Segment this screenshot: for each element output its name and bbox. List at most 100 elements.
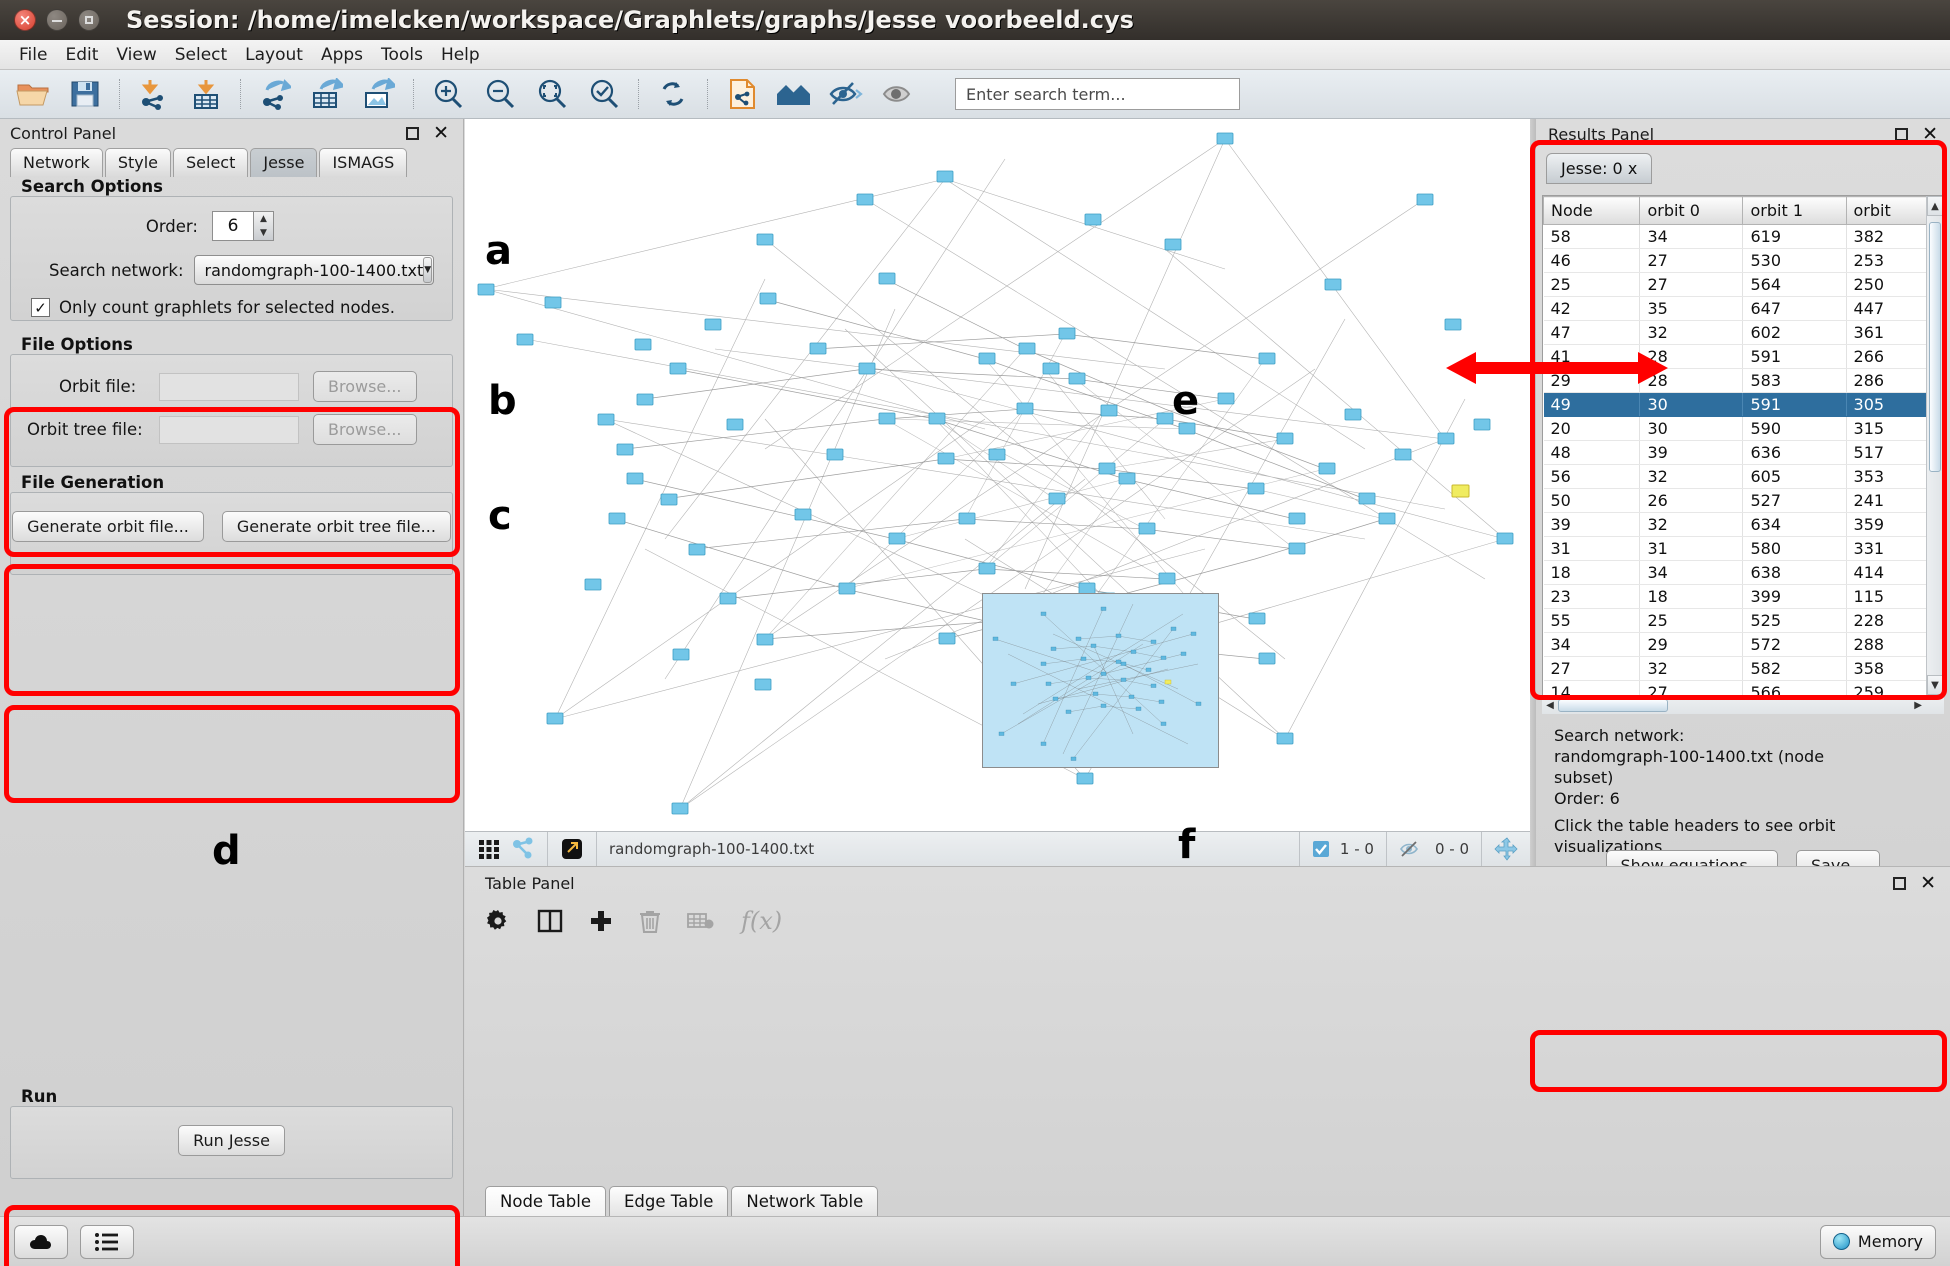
- tab-style[interactable]: Style: [104, 148, 171, 177]
- table-row[interactable]: 18 34 638 414: [1543, 560, 1943, 585]
- export-network-icon[interactable]: [250, 72, 300, 116]
- memory-status-button[interactable]: Memory: [1819, 1224, 1936, 1259]
- results-panel-restore-icon[interactable]: [1895, 127, 1909, 141]
- orbit-file-input[interactable]: [159, 372, 299, 401]
- menu-item-layout[interactable]: Layout: [236, 43, 312, 67]
- chevron-down-icon[interactable]: ▼: [423, 257, 433, 283]
- generate-orbit-file-button[interactable]: Generate orbit file...: [12, 511, 204, 542]
- menu-item-tools[interactable]: Tools: [372, 43, 432, 67]
- column-header-orbit-0[interactable]: orbit 0: [1639, 196, 1744, 225]
- order-spinner-up[interactable]: ▲: [254, 212, 273, 226]
- window-close-button[interactable]: [14, 9, 36, 31]
- scroll-left-arrow-icon[interactable]: ◀: [1542, 700, 1558, 711]
- run-jesse-button[interactable]: Run Jesse: [178, 1125, 285, 1156]
- results-table-vertical-scrollbar[interactable]: ▲ ▼: [1926, 196, 1943, 695]
- columns-icon[interactable]: [537, 909, 563, 933]
- horizontal-scroll-thumb[interactable]: [1558, 699, 1668, 712]
- table-panel-close-icon[interactable]: ✕: [1920, 874, 1936, 893]
- tab-network[interactable]: Network: [10, 148, 103, 177]
- table-row[interactable]: 14 27 566 259: [1543, 680, 1943, 695]
- add-row-icon[interactable]: [589, 909, 613, 933]
- save-icon[interactable]: [60, 72, 110, 116]
- selected-node[interactable]: [1451, 484, 1470, 498]
- tab-select[interactable]: Select: [173, 148, 249, 177]
- control-panel-close-icon[interactable]: ✕: [433, 124, 449, 143]
- search-input[interactable]: Enter search term...: [955, 78, 1240, 110]
- orbit-results-table[interactable]: Node orbit 0 orbit 1 orbit 58 34 619 382 46 2…: [1543, 196, 1943, 695]
- menu-item-file[interactable]: File: [10, 43, 56, 67]
- table-panel-restore-icon[interactable]: [1893, 876, 1907, 890]
- window-maximize-button[interactable]: [78, 9, 100, 31]
- tab-node-table[interactable]: Node Table: [485, 1186, 606, 1216]
- table-row[interactable]: 23 18 399 115: [1543, 584, 1943, 609]
- list-icon[interactable]: [80, 1224, 134, 1259]
- zoom-fit-icon[interactable]: [527, 72, 577, 116]
- zoom-out-icon[interactable]: [475, 72, 525, 116]
- table-row[interactable]: 56 32 605 353: [1543, 464, 1943, 489]
- table-row[interactable]: 20 30 590 315: [1543, 416, 1943, 441]
- export-table-icon[interactable]: [302, 72, 352, 116]
- orbit-tree-file-browse-button[interactable]: Browse...: [313, 414, 417, 445]
- table-row[interactable]: 46 27 530 253: [1543, 248, 1943, 273]
- orbit-tree-file-row: Orbit tree file: Browse...: [11, 414, 452, 445]
- table-row[interactable]: 39 32 634 359: [1543, 512, 1943, 537]
- table-row[interactable]: 27 32 582 358: [1543, 656, 1943, 681]
- table-row[interactable]: 25 27 564 250: [1543, 272, 1943, 297]
- network-view-icon[interactable]: [511, 837, 535, 861]
- table-row[interactable]: 58 34 619 382: [1543, 224, 1943, 249]
- results-panel-close-icon[interactable]: ✕: [1922, 125, 1938, 144]
- grid-view-icon[interactable]: [477, 837, 501, 861]
- tab-network-table[interactable]: Network Table: [731, 1186, 879, 1216]
- hide-unhide-home-icon[interactable]: [769, 72, 819, 116]
- order-spinner-down[interactable]: ▼: [254, 226, 273, 240]
- generate-orbit-tree-file-button[interactable]: Generate orbit tree file...: [221, 511, 451, 542]
- scroll-right-arrow-icon[interactable]: ▶: [1914, 700, 1922, 711]
- zoom-selected-icon[interactable]: [579, 72, 629, 116]
- menu-item-apps[interactable]: Apps: [312, 43, 372, 67]
- pan-tool-icon[interactable]: [1482, 832, 1530, 866]
- table-row[interactable]: 48 39 636 517: [1543, 440, 1943, 465]
- order-spinner[interactable]: 6 ▲ ▼: [212, 211, 274, 241]
- table-row[interactable]: 42 35 647 447: [1543, 296, 1943, 321]
- tab-ismags[interactable]: ISMAGS: [319, 148, 408, 177]
- show-all-icon[interactable]: [873, 72, 923, 116]
- menu-item-help[interactable]: Help: [432, 43, 489, 67]
- refresh-layout-icon[interactable]: [648, 72, 698, 116]
- menu-item-edit[interactable]: Edit: [56, 43, 107, 67]
- hide-selected-icon[interactable]: [821, 72, 871, 116]
- search-network-select[interactable]: randomgraph-100-1400.txt ▼: [193, 255, 434, 285]
- menu-item-select[interactable]: Select: [166, 43, 236, 67]
- table-row[interactable]: 34 29 572 288: [1543, 632, 1943, 657]
- birds-eye-view[interactable]: [982, 593, 1219, 768]
- import-network-icon[interactable]: [129, 72, 179, 116]
- results-panel-tabs: Jesse: 0 x: [1536, 149, 1950, 188]
- results-tab-jesse[interactable]: Jesse: 0 x: [1546, 153, 1653, 184]
- only-selected-nodes-row[interactable]: ✓ Only count graphlets for selected node…: [11, 298, 452, 317]
- vertical-scroll-thumb[interactable]: [1929, 222, 1941, 472]
- memory-indicator-icon: [1832, 1233, 1850, 1250]
- table-row[interactable]: 31 31 580 331: [1543, 536, 1943, 561]
- menu-item-view[interactable]: View: [107, 43, 165, 67]
- tab-edge-table[interactable]: Edge Table: [608, 1186, 729, 1216]
- column-header-node[interactable]: Node: [1543, 196, 1641, 225]
- table-row[interactable]: 55 25 525 228: [1543, 608, 1943, 633]
- column-header-orbit-1[interactable]: orbit 1: [1742, 196, 1847, 225]
- window-minimize-button[interactable]: [46, 9, 68, 31]
- cloud-icon[interactable]: [14, 1224, 68, 1259]
- scroll-down-arrow-icon[interactable]: ▼: [1927, 675, 1943, 695]
- import-table-icon[interactable]: [181, 72, 231, 116]
- detach-view-button[interactable]: [548, 832, 597, 866]
- new-network-from-selection-icon[interactable]: [717, 72, 767, 116]
- results-table-horizontal-scrollbar[interactable]: ◀ ▶: [1542, 696, 1944, 714]
- open-folder-icon[interactable]: [8, 72, 58, 116]
- orbit-file-browse-button[interactable]: Browse...: [313, 371, 417, 402]
- tab-jesse[interactable]: Jesse: [250, 148, 318, 177]
- export-image-icon[interactable]: [354, 72, 404, 116]
- orbit-tree-file-input[interactable]: [159, 415, 299, 444]
- settings-gear-icon[interactable]: [485, 908, 511, 934]
- zoom-in-icon[interactable]: [423, 72, 473, 116]
- scroll-up-arrow-icon[interactable]: ▲: [1927, 196, 1943, 216]
- table-row[interactable]: 50 26 527 241: [1543, 488, 1943, 513]
- control-panel-restore-icon[interactable]: [406, 126, 420, 140]
- only-selected-nodes-checkbox[interactable]: ✓: [31, 298, 50, 317]
